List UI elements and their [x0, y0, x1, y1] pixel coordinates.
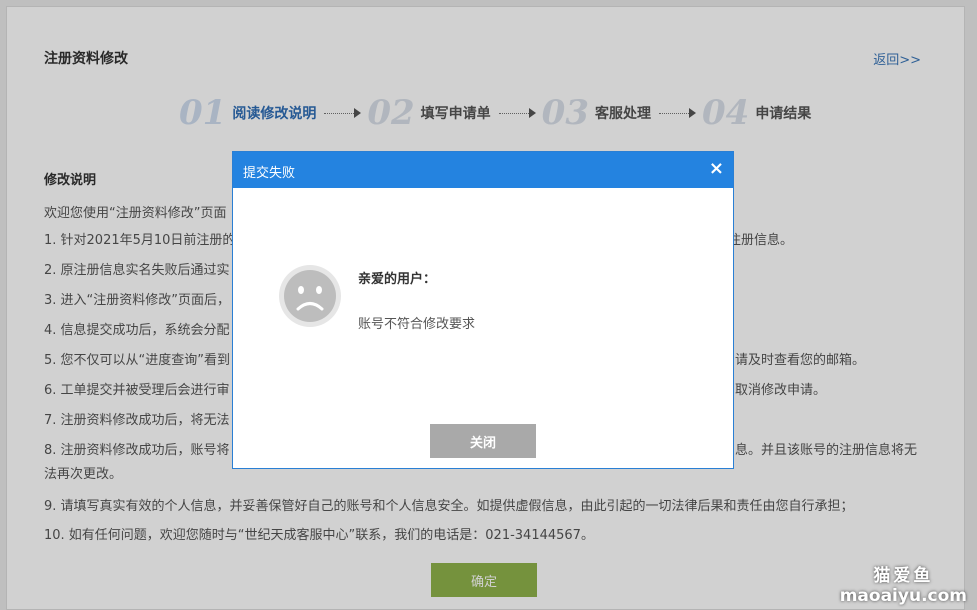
- watermark-en: maoaiyu.com: [839, 586, 967, 606]
- watermark-cn: 猫爱鱼: [873, 566, 934, 586]
- watermark: 猫爱鱼 maoaiyu.com: [840, 561, 967, 606]
- sad-face-icon: [278, 264, 342, 332]
- dialog-header: 提交失败 ×: [233, 152, 733, 188]
- dialog-close-button[interactable]: 关闭: [430, 424, 536, 458]
- error-dialog: 提交失败 × 亲爱的用户： 账号不符合修改要求 关闭: [232, 151, 734, 469]
- dialog-title: 提交失败: [243, 166, 296, 181]
- dialog-message: 账号不符合修改要求: [358, 317, 476, 332]
- close-icon[interactable]: ×: [709, 158, 724, 180]
- dialog-greeting: 亲爱的用户：: [358, 272, 437, 287]
